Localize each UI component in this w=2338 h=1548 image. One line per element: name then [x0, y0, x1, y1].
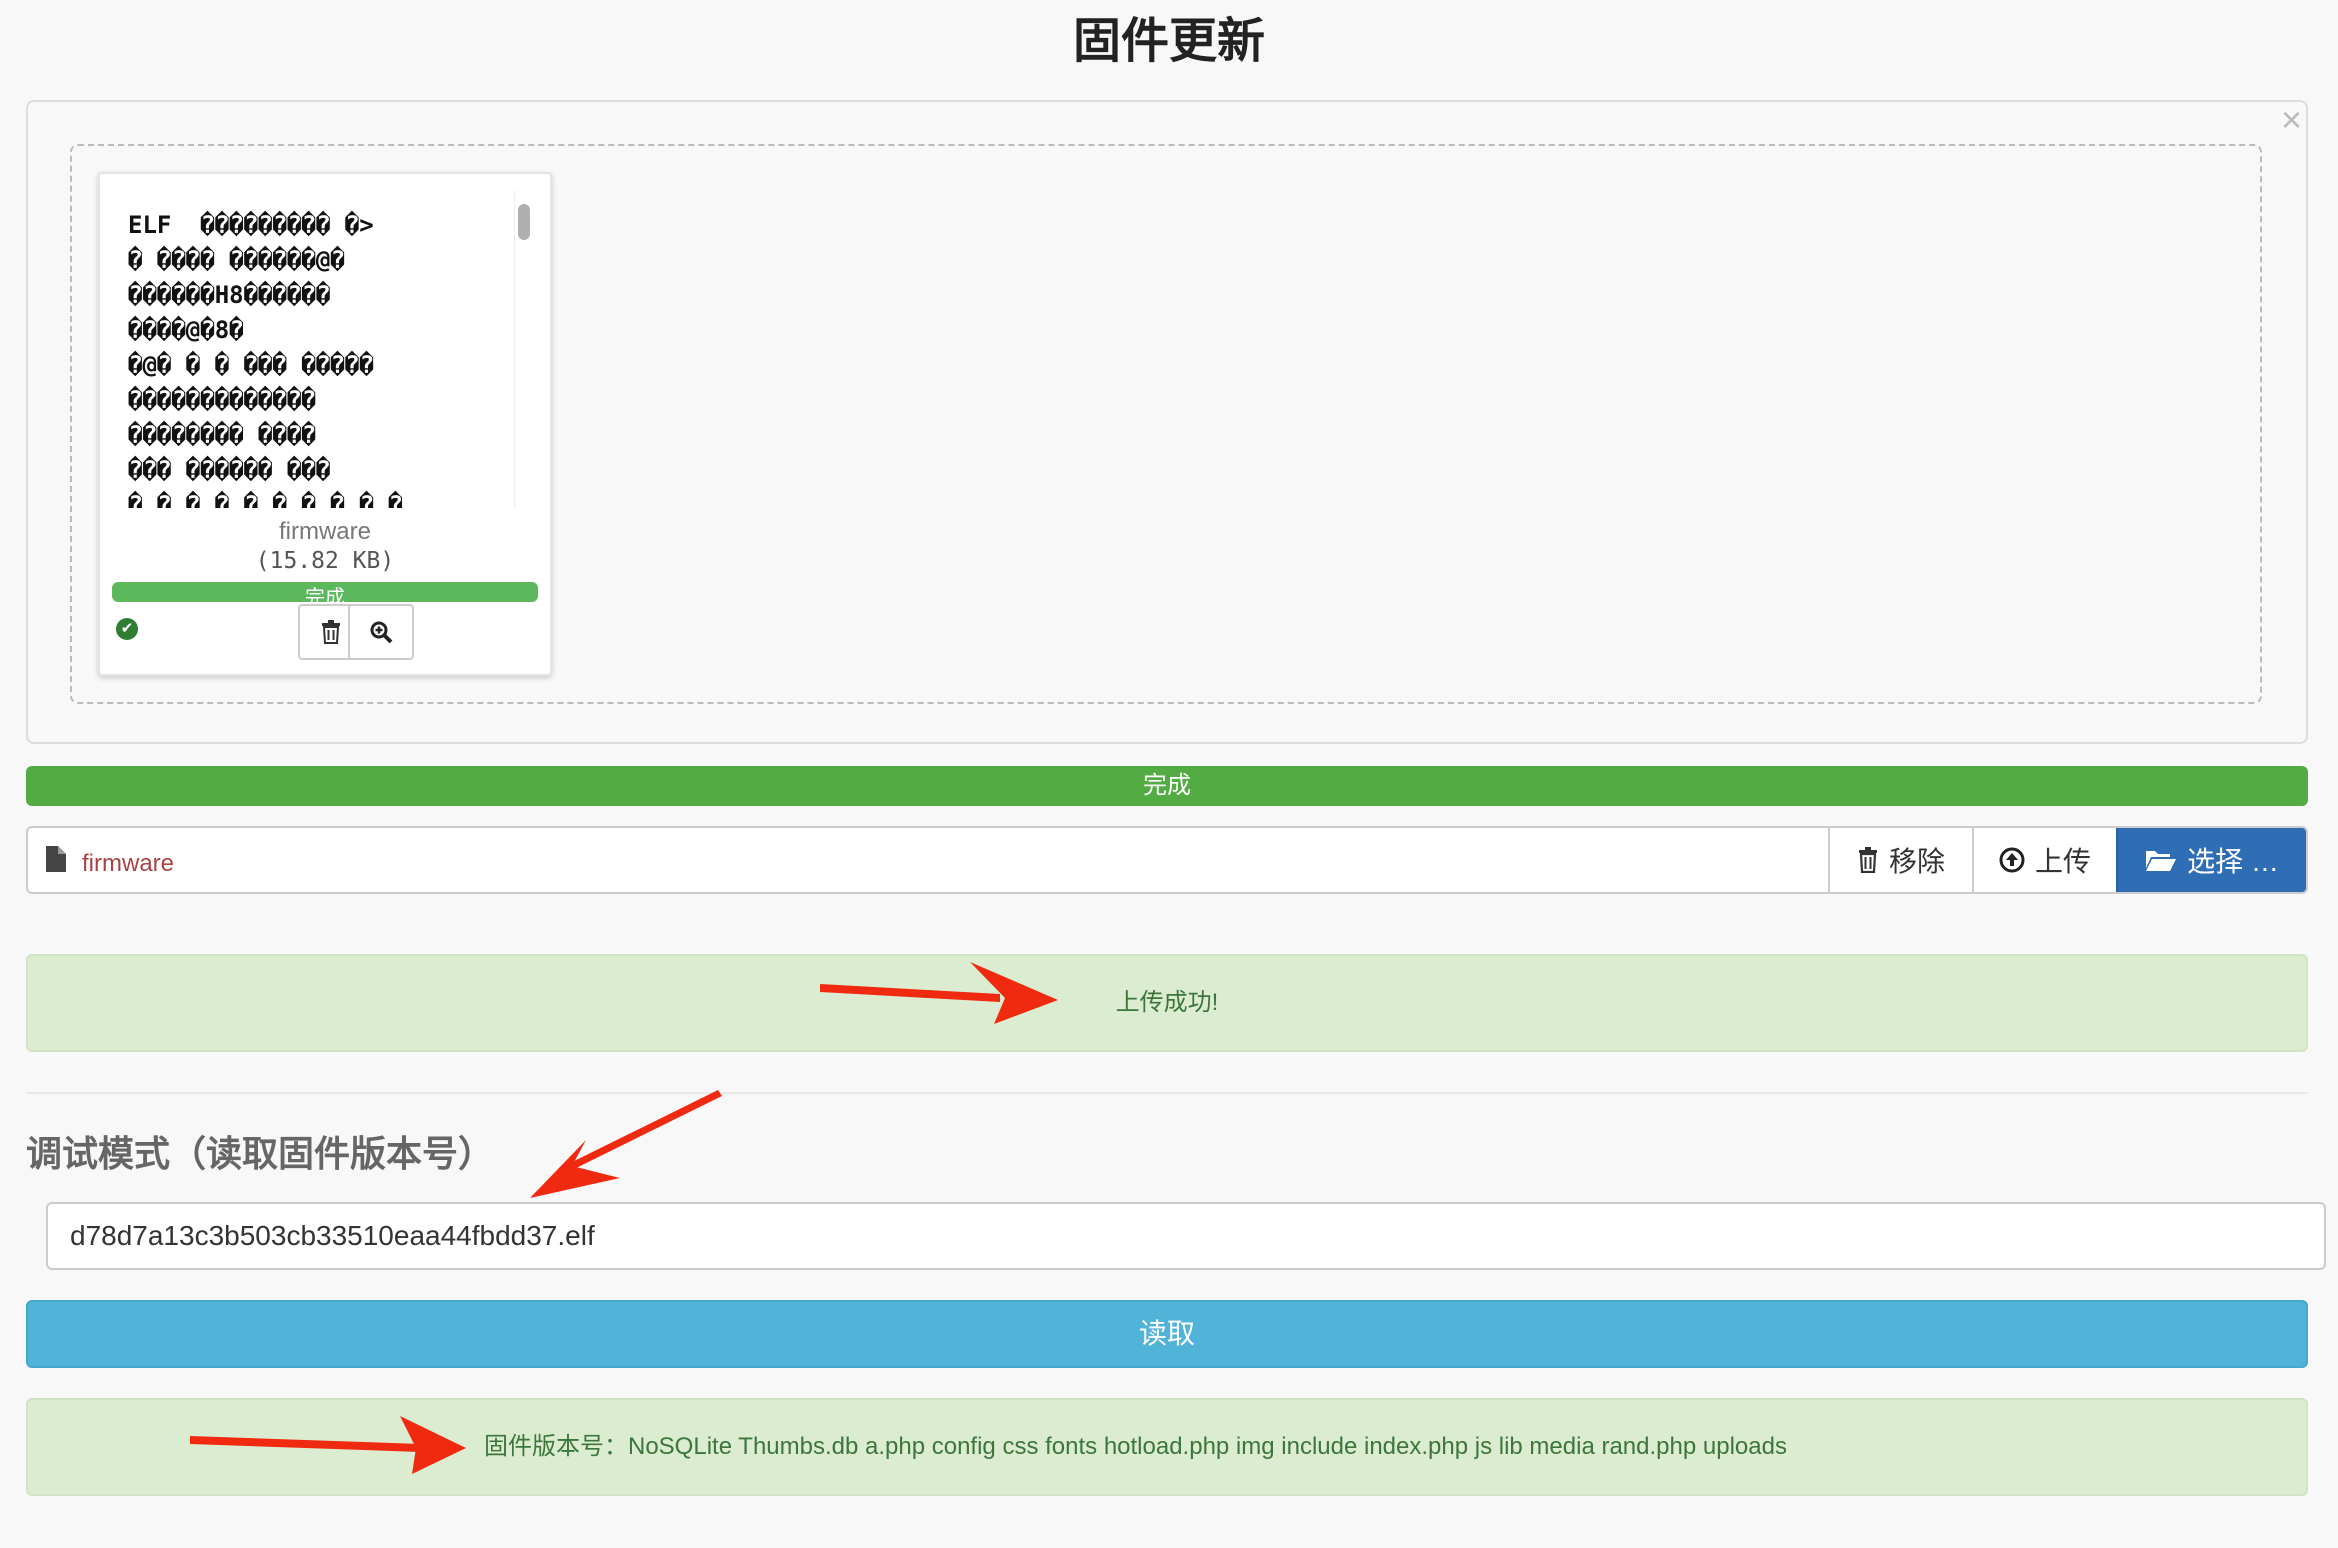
browse-button[interactable]: 选择 …: [2116, 828, 2306, 892]
page-title: 固件更新: [1072, 15, 1265, 68]
upload-button-label: 上传: [2034, 846, 2091, 877]
file-icon: [46, 846, 66, 872]
file-caption[interactable]: firmware: [28, 828, 1828, 892]
file-thumbnail: ELF ��������� �> � ���� ������@� ������H…: [98, 172, 552, 676]
zoom-preview-button[interactable]: [348, 604, 414, 660]
upload-success-alert: 上传成功!: [26, 954, 2308, 1052]
annotation-arrow-icon: [530, 1090, 722, 1198]
preview-scrollbar[interactable]: [514, 190, 530, 508]
browse-button-label: 选择 …: [2187, 846, 2279, 877]
trash-icon: [1858, 847, 1877, 873]
file-caption-name: firmware: [82, 850, 175, 877]
remove-button-label: 移除: [1888, 846, 1945, 877]
thumbnail-file-name: firmware: [278, 518, 371, 545]
remove-button[interactable]: 移除: [1828, 828, 1972, 892]
folder-open-icon: [2146, 851, 2177, 871]
zoom-in-icon: [370, 621, 393, 644]
thumbnail-progress-bar: 完成: [112, 582, 538, 602]
debug-section-heading: 调试模式（读取固件版本号）: [26, 1133, 495, 1174]
annotation-arrow-icon: [820, 962, 1058, 1024]
read-button[interactable]: 读取: [26, 1300, 2308, 1368]
close-icon[interactable]: ×: [2281, 102, 2302, 138]
upload-button[interactable]: 上传: [1972, 828, 2116, 892]
annotation-arrow-icon: [190, 1416, 466, 1474]
file-input-group: firmware 移除 上传 选择 …: [26, 826, 2308, 894]
upload-circle-icon: [1999, 847, 2025, 873]
section-divider: [26, 1092, 2308, 1094]
scrollbar-handle[interactable]: [518, 204, 530, 240]
upload-progress-bar: 完成: [26, 766, 2308, 806]
upload-success-message: 上传成功!: [1115, 989, 1219, 1016]
upload-progress-label: 完成: [1143, 772, 1191, 799]
thumbnail-file-size: (15.82 KB): [255, 548, 395, 574]
check-circle-icon: ✔: [116, 618, 138, 640]
firmware-filename-input[interactable]: [46, 1202, 2326, 1270]
version-result-message: 固件版本号：NoSQLite Thumbs.db a.php config cs…: [484, 1433, 1787, 1460]
trash-icon: [322, 620, 340, 644]
drop-zone[interactable]: ELF ��������� �> � ���� ������@� ������H…: [70, 144, 2262, 704]
file-preview-panel: × ELF ��������� �> � ���� ������@� �����…: [26, 100, 2308, 744]
thumbnail-progress-label: 完成: [305, 587, 345, 602]
file-preview-text: ELF ��������� �> � ���� ������@� ������H…: [128, 211, 403, 508]
